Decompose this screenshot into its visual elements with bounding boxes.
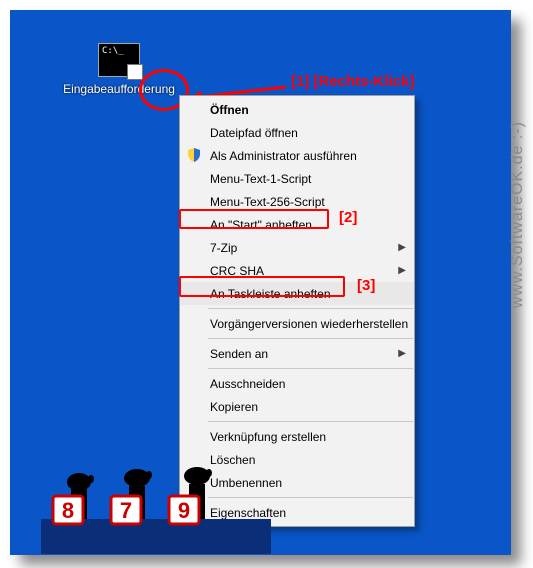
menu-item-label: An Taskleiste anheften xyxy=(210,287,331,301)
score-1: 8 xyxy=(62,498,74,523)
menu-item-run-as-admin[interactable]: Als Administrator ausführen xyxy=(180,144,414,167)
menu-item-crc-sha[interactable]: CRC SHA ▶ xyxy=(180,259,414,282)
menu-item-cut[interactable]: Ausschneiden xyxy=(180,372,414,395)
menu-item-label: An "Start" anheften xyxy=(210,218,312,232)
menu-item-label: Menu-Text-256-Script xyxy=(210,195,325,209)
menu-item-properties[interactable]: Eigenschaften xyxy=(180,501,414,524)
menu-item-label: Öffnen xyxy=(210,103,249,117)
chevron-right-icon: ▶ xyxy=(398,348,406,359)
menu-item-label: Verknüpfung erstellen xyxy=(210,430,326,444)
menu-item-label: Löschen xyxy=(210,453,255,467)
menu-item-7zip[interactable]: 7-Zip ▶ xyxy=(180,236,414,259)
menu-separator xyxy=(208,421,413,422)
menu-item-label: Als Administrator ausführen xyxy=(210,149,357,163)
menu-item-label: Eigenschaften xyxy=(210,506,286,520)
menu-separator xyxy=(208,368,413,369)
menu-item-label: 7-Zip xyxy=(210,241,237,255)
watermark-text: www.SoftwareOK.de :-) xyxy=(509,121,527,308)
menu-item-label: Senden an xyxy=(210,347,268,361)
menu-item-open-file-location[interactable]: Dateipfad öffnen xyxy=(180,121,414,144)
menu-separator xyxy=(208,308,413,309)
menu-item-label: Dateipfad öffnen xyxy=(210,126,298,140)
menu-item-label: Kopieren xyxy=(210,400,258,414)
desktop-shortcut-cmd[interactable]: C:\_ Eingabeaufforderung xyxy=(69,43,169,96)
annotation-text-1: [1] [Rechts-Klick] xyxy=(291,73,414,90)
menu-separator xyxy=(208,338,413,339)
menu-item-rename[interactable]: Umbenennen xyxy=(180,471,414,494)
chevron-right-icon: ▶ xyxy=(398,242,406,253)
menu-item-label: CRC SHA xyxy=(210,264,264,278)
context-menu: Öffnen Dateipfad öffnen Als Administrato… xyxy=(179,95,415,527)
menu-item-delete[interactable]: Löschen xyxy=(180,448,414,471)
menu-separator xyxy=(208,497,413,498)
menu-item-script-256[interactable]: Menu-Text-256-Script xyxy=(180,190,414,213)
menu-item-pin-to-taskbar[interactable]: An Taskleiste anheften xyxy=(180,282,414,305)
cmd-prompt-text: C:\_ xyxy=(102,46,124,56)
shield-icon xyxy=(186,147,202,163)
menu-item-label: Vorgängerversionen wiederherstellen xyxy=(210,317,408,331)
menu-item-label: Umbenennen xyxy=(210,476,282,490)
desktop-shortcut-label: Eingabeaufforderung xyxy=(63,82,175,96)
score-2: 7 xyxy=(120,498,132,523)
menu-item-script-1[interactable]: Menu-Text-1-Script xyxy=(180,167,414,190)
menu-item-create-shortcut[interactable]: Verknüpfung erstellen xyxy=(180,425,414,448)
menu-item-open[interactable]: Öffnen xyxy=(180,98,414,121)
cmd-icon: C:\_ xyxy=(98,43,140,77)
menu-item-label: Ausschneiden xyxy=(210,377,285,391)
menu-item-label: Menu-Text-1-Script xyxy=(210,172,311,186)
menu-item-copy[interactable]: Kopieren xyxy=(180,395,414,418)
menu-item-previous-versions[interactable]: Vorgängerversionen wiederherstellen xyxy=(180,312,414,335)
desktop-area: C:\_ Eingabeaufforderung Öffnen Dateipfa… xyxy=(10,10,511,555)
chevron-right-icon: ▶ xyxy=(398,265,406,276)
menu-item-pin-to-start[interactable]: An "Start" anheften xyxy=(180,213,414,236)
menu-item-send-to[interactable]: Senden an ▶ xyxy=(180,342,414,365)
